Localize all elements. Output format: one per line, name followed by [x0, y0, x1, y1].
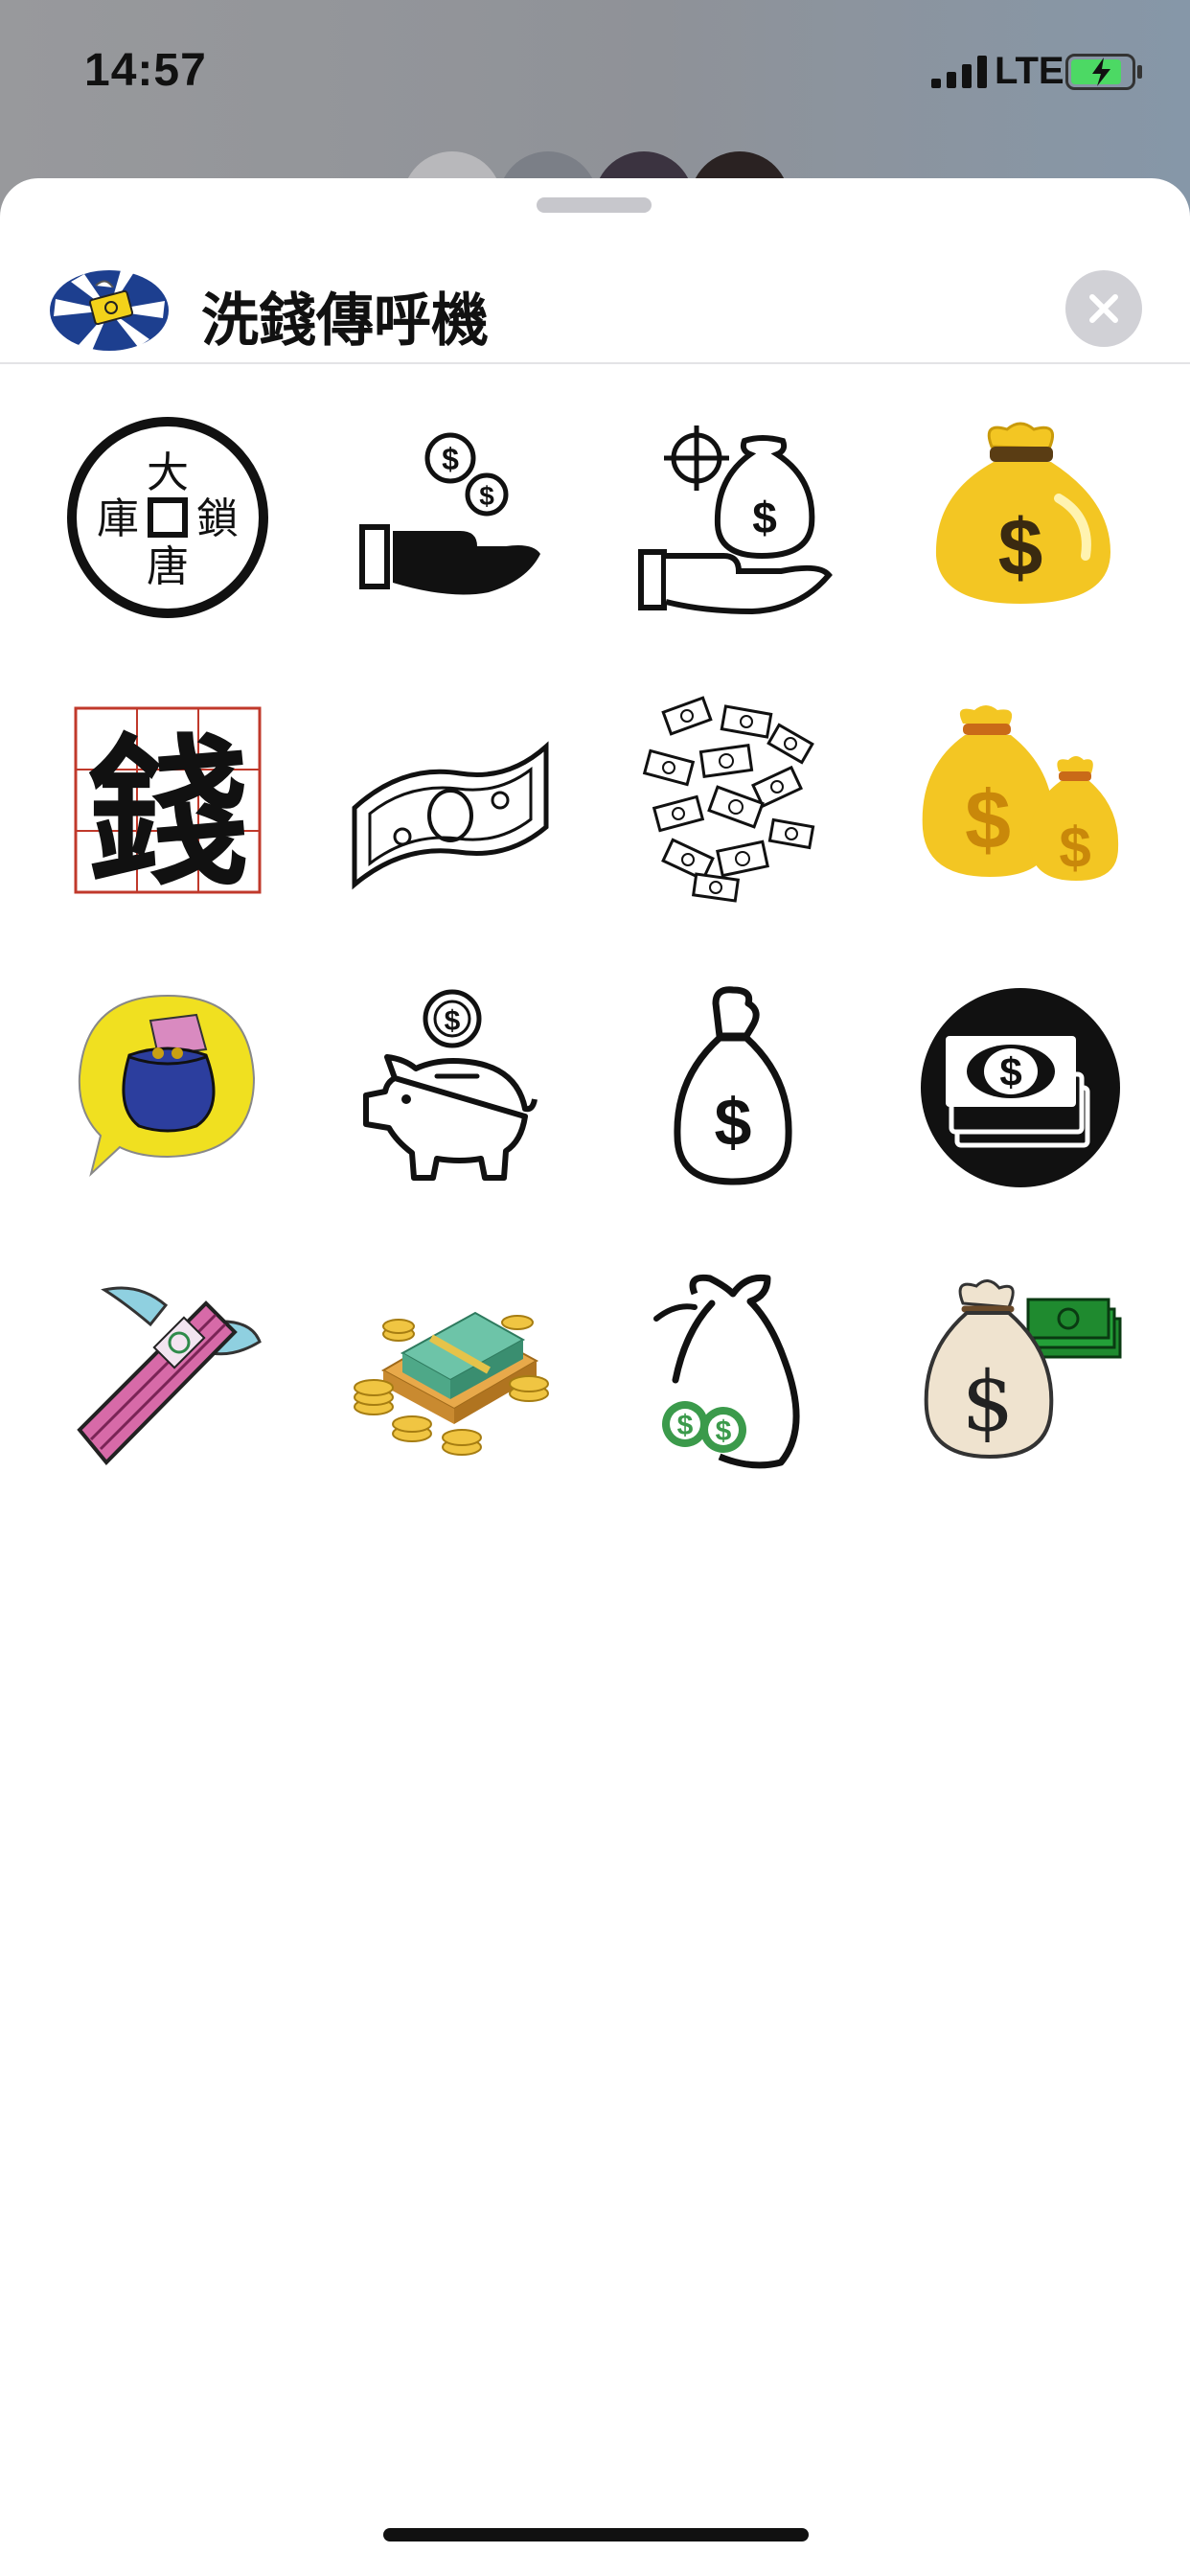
purse-money-bubble-icon: [78, 994, 256, 1178]
svg-text:$: $: [962, 1354, 1015, 1450]
gold-money-bag-icon: $: [935, 422, 1110, 604]
cash-and-coins-pile-icon: [354, 1311, 549, 1456]
svg-text:$: $: [752, 493, 777, 542]
svg-text:$: $: [965, 774, 1011, 866]
network-label: LTE: [995, 50, 1064, 92]
svg-text:$: $: [716, 1415, 732, 1447]
home-indicator[interactable]: [383, 2528, 809, 2542]
hand-giving-coins-icon: $ $: [359, 432, 540, 595]
dollar-bill-sticker[interactable]: [335, 685, 565, 915]
signal-icon: [931, 56, 987, 88]
ancient-coin-icon: 大 唐 庫 鎖: [67, 417, 268, 618]
coin-char-bottom: 唐: [147, 542, 189, 591]
close-button[interactable]: [1065, 270, 1142, 347]
flying-money-icon: [77, 1286, 262, 1465]
qian-character-icon: 錢: [74, 706, 262, 906]
svg-text:$: $: [998, 502, 1043, 592]
hand-money-bag-target-sticker[interactable]: $: [618, 402, 848, 632]
sack-and-banknotes-sticker[interactable]: $: [905, 1255, 1135, 1485]
coin-char-right: 鎖: [196, 494, 239, 543]
coin-char-top: 大: [147, 448, 189, 497]
flying-money-sticker[interactable]: [53, 1255, 283, 1485]
status-time: 14:57: [84, 45, 207, 96]
close-icon: [1089, 294, 1118, 323]
dollar-bill-icon: [352, 741, 549, 890]
svg-text:$: $: [677, 1410, 694, 1441]
coin-char-left: 庫: [97, 494, 139, 543]
svg-text:$: $: [442, 442, 459, 476]
money-sack-outline-sticker[interactable]: $: [618, 973, 848, 1203]
sticker-sheet: 洗錢傳呼機 大 唐 庫 鎖 $ $ $ $ 錢 $ $ $ $ $ $ $ $: [0, 178, 1190, 2576]
svg-text:$: $: [1059, 816, 1090, 880]
two-money-bags-sticker[interactable]: $ $: [905, 685, 1135, 915]
status-bar: 14:57 LTE: [0, 0, 1190, 209]
hand-giving-coins-sticker[interactable]: $ $: [335, 402, 565, 632]
app-title: 洗錢傳呼機: [201, 288, 489, 355]
sheet-header: 洗錢傳呼機: [0, 217, 1190, 360]
bag-with-green-coins-sticker[interactable]: $ $: [618, 1255, 848, 1485]
ancient-coin-sticker[interactable]: 大 唐 庫 鎖: [53, 402, 283, 632]
piggy-bank-sticker[interactable]: $: [335, 973, 565, 1203]
scattered-bills-icon: [642, 696, 815, 903]
flying-money-logo-icon: [50, 270, 169, 351]
svg-text:$: $: [715, 1085, 752, 1160]
hand-money-bag-target-icon: $: [638, 426, 833, 615]
purse-money-bubble-sticker[interactable]: [53, 973, 283, 1203]
header-divider: [0, 362, 1190, 364]
piggy-bank-icon: $: [363, 989, 538, 1181]
svg-text:$: $: [999, 1049, 1021, 1094]
battery-charging-icon: [1065, 54, 1142, 90]
money-sack-outline-icon: $: [674, 986, 792, 1185]
qian-character-text: 錢: [87, 718, 248, 906]
bag-with-green-coins-icon: $ $: [653, 1274, 800, 1469]
cash-stack-circle-icon: $: [921, 988, 1120, 1187]
cash-stack-circle-sticker[interactable]: $: [905, 973, 1135, 1203]
svg-text:$: $: [445, 1005, 461, 1037]
svg-text:$: $: [479, 481, 494, 511]
two-money-bags-icon: $ $: [922, 705, 1119, 881]
cash-and-coins-pile-sticker[interactable]: [335, 1255, 565, 1485]
sheet-grabber[interactable]: [537, 197, 652, 213]
sack-and-banknotes-icon: $: [924, 1279, 1122, 1460]
gold-money-bag-sticker[interactable]: $: [905, 402, 1135, 632]
scattered-bills-sticker[interactable]: [618, 685, 848, 915]
qian-character-sticker[interactable]: 錢: [53, 685, 283, 915]
